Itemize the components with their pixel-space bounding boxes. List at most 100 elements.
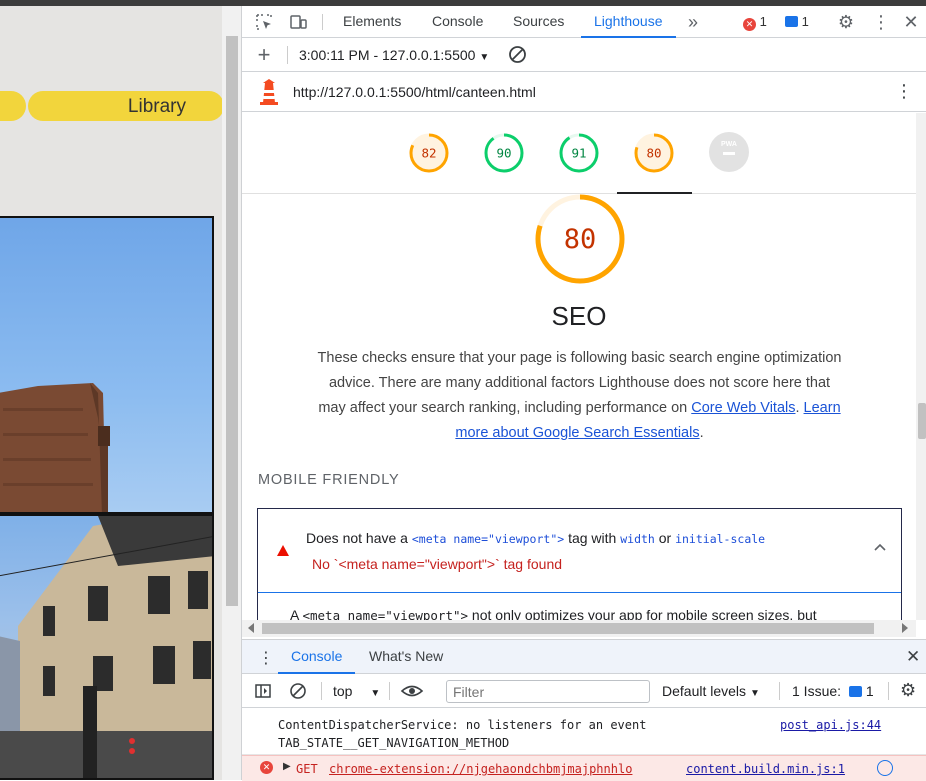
close-drawer-icon[interactable]: ✕ (906, 647, 920, 667)
inspect-element-icon[interactable] (254, 12, 274, 32)
audit-title-text: tag with (564, 530, 621, 546)
tab-sources[interactable]: Sources (513, 6, 564, 38)
dropdown-triangle-icon: ▼ (749, 688, 760, 699)
building-photo-top (0, 216, 214, 514)
issues-button[interactable]: 1 Issue: 1 (792, 683, 874, 699)
audit-code-meta: <meta name="viewport"> (411, 532, 565, 546)
audit-body-code: <meta name="viewport"> (302, 608, 469, 620)
nav-pill-previous[interactable] (0, 91, 26, 121)
audit-title: Does not have a <meta name="viewport"> t… (306, 530, 765, 546)
tab-elements[interactable]: Elements (343, 6, 401, 38)
console-filter-input[interactable] (446, 680, 650, 703)
error-url-link[interactable]: chrome-extension://njgehaondchbmjmajphnh… (329, 762, 632, 776)
audit-code-initial-scale: initial-scale (675, 532, 766, 546)
drawer-tab-console[interactable]: Console (278, 640, 356, 674)
double-chevron-icon[interactable]: » (683, 12, 703, 32)
error-count: 1 (759, 14, 767, 29)
message-source-link[interactable]: post_api.js:44 (780, 718, 881, 732)
score-gauge-pwa[interactable]: PWA (709, 132, 749, 172)
console-settings-gear-icon[interactable]: ⚙ (900, 680, 916, 701)
lighthouse-toolbar: + 3:00:11 PM - 127.0.0.1:5500 ▼ (242, 38, 926, 72)
error-method: GET (296, 762, 318, 776)
page-scrollbar[interactable] (222, 6, 241, 780)
tab-console[interactable]: Console (432, 6, 483, 38)
toolbar-divider (888, 682, 889, 700)
more-options-icon[interactable]: ⋮ (871, 12, 891, 32)
score-gauge-performance[interactable]: 82 (408, 132, 450, 174)
audit-title-text: Does not have a (306, 530, 412, 546)
issues-label: 1 Issue: (792, 683, 842, 699)
report-scrollbar-thumb[interactable] (918, 403, 926, 439)
devtools-panel: Elements Console Sources Lighthouse » ✕ … (241, 6, 926, 781)
devtools-tab-bar: Elements Console Sources Lighthouse » ✕ … (242, 6, 926, 38)
toolbar-divider (779, 682, 780, 700)
toolbar-divider (287, 46, 288, 64)
nav-pill-library[interactable]: Library (28, 91, 224, 121)
core-web-vitals-link[interactable]: Core Web Vitals (691, 400, 795, 416)
error-count-badge[interactable]: ✕ 1 (743, 13, 767, 31)
category-score-gauge: 80 (535, 194, 625, 284)
toolbar-divider (322, 14, 323, 30)
live-expression-eye-icon[interactable] (400, 682, 424, 700)
expand-triangle-icon[interactable]: ▶ (283, 761, 291, 772)
tab-lighthouse[interactable]: Lighthouse (581, 6, 676, 38)
pwa-na-dash (723, 152, 735, 155)
category-description: These checks ensure that your page is fo… (317, 346, 842, 446)
log-levels-dropdown[interactable]: Default levels ▼ (662, 683, 760, 699)
console-error-row: ✕ ▶ GET chrome-extension://njgehaondchbm… (242, 755, 926, 781)
device-toolbar-icon[interactable] (288, 12, 308, 32)
issues-count: 1 (865, 683, 874, 699)
message-count-badge[interactable]: 1 (785, 13, 809, 31)
score-gauge-seo[interactable]: 80 (633, 132, 675, 174)
sidebar-toggle-icon[interactable] (254, 682, 272, 700)
description-end: . (699, 425, 704, 441)
chevron-up-icon[interactable] (873, 540, 887, 554)
dropdown-triangle-icon: ▼ (479, 52, 490, 63)
page-scrollbar-thumb[interactable] (226, 36, 238, 606)
score-gauge-accessibility[interactable]: 90 (483, 132, 525, 174)
network-request-icon[interactable] (877, 760, 893, 776)
new-report-plus-icon[interactable]: + (254, 44, 274, 66)
audit-body-text: not only optimizes your app for mobile s… (468, 607, 817, 620)
report-menu-icon[interactable]: ⋮ (895, 81, 913, 102)
message-icon (848, 686, 862, 697)
audited-url: http://127.0.0.1:5500/html/canteen.html (293, 84, 536, 100)
console-message-line-2: TAB_STATE__GET_NAVIGATION_METHOD (278, 736, 510, 750)
lighthouse-report: 82 90 91 80 PWA 80 SEO These checks ensu… (242, 113, 916, 620)
context-selector[interactable]: top ▼ (333, 683, 380, 699)
close-devtools-icon[interactable]: ✕ (901, 12, 921, 32)
clear-console-icon[interactable] (289, 682, 307, 700)
scroll-right-arrow-icon[interactable] (902, 623, 908, 633)
toolbar-divider (321, 682, 322, 700)
lighthouse-logo-icon (258, 79, 280, 105)
audit-viewport: Does not have a <meta name="viewport"> t… (257, 508, 902, 620)
dropdown-triangle-icon: ▼ (370, 688, 381, 699)
svg-text:80: 80 (646, 146, 661, 161)
audit-header[interactable]: Does not have a <meta name="viewport"> t… (258, 509, 901, 593)
error-source-link[interactable]: content.build.min.js:1 (686, 762, 845, 776)
page-viewport: Library (0, 0, 241, 780)
report-selector[interactable]: 3:00:11 PM - 127.0.0.1:5500 ▼ (299, 47, 489, 63)
report-horizontal-scrollbar[interactable] (242, 620, 916, 637)
fail-triangle-icon (277, 545, 289, 556)
audit-body-text: A (290, 607, 303, 620)
audit-title-text: or (654, 530, 676, 546)
drawer-menu-icon[interactable]: ⋮ (258, 648, 274, 668)
scroll-left-arrow-icon[interactable] (248, 623, 254, 633)
svg-text:82: 82 (421, 146, 436, 161)
clear-reports-icon[interactable] (508, 45, 527, 64)
svg-text:91: 91 (571, 146, 586, 161)
lighthouse-url-bar: http://127.0.0.1:5500/html/canteen.html … (242, 72, 926, 112)
horizontal-scrollbar-thumb[interactable] (262, 623, 874, 634)
report-vertical-scrollbar[interactable] (916, 113, 926, 620)
score-gauge-best-practices[interactable]: 91 (558, 132, 600, 174)
page-top-strip (0, 0, 241, 6)
settings-gear-icon[interactable]: ⚙ (836, 12, 856, 32)
console-toolbar: top ▼ Default levels ▼ 1 Issue: 1 ⚙ (242, 674, 926, 708)
console-message-line-1: ContentDispatcherService: no listeners f… (278, 718, 647, 732)
drawer-tab-whats-new[interactable]: What's New (369, 640, 443, 674)
nav-pill-label: Library (127, 96, 186, 117)
svg-text:80: 80 (564, 224, 597, 255)
report-selector-label: 3:00:11 PM - 127.0.0.1:5500 (299, 47, 476, 63)
svg-text:90: 90 (496, 146, 511, 161)
